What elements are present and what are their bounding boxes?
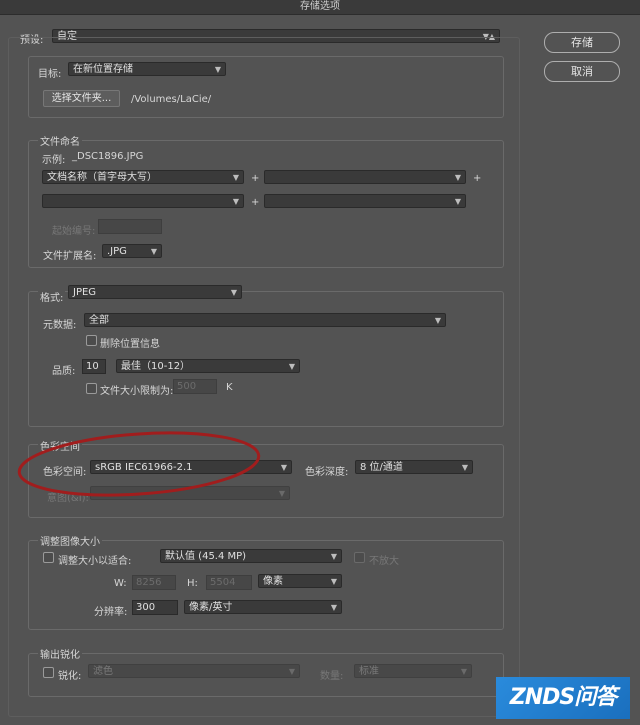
no-enlarge-checkbox[interactable]	[354, 552, 365, 563]
remove-location-label: 删除位置信息	[100, 339, 160, 350]
window-title: 存储选项	[0, 0, 640, 15]
amount-label: 数量:	[320, 671, 344, 682]
plus-sign: +	[251, 197, 260, 208]
quality-select[interactable]: 最佳（10-12） ▼	[116, 359, 300, 373]
height-label: H:	[187, 578, 198, 589]
target-select[interactable]: 在新位置存储 ▼	[68, 62, 226, 76]
no-enlarge-label: 不放大	[369, 556, 399, 567]
fit-value: 默认值 (45.4 MP)	[165, 551, 247, 562]
limit-size-label: 文件大小限制为:	[100, 386, 174, 397]
metadata-select[interactable]: 全部 ▼	[84, 313, 446, 327]
naming-field-3[interactable]: ▼	[42, 194, 244, 208]
metadata-value: 全部	[89, 315, 109, 326]
cancel-button[interactable]: 取消	[544, 61, 620, 82]
target-value: 在新位置存储	[73, 64, 133, 75]
amount-value: 标准	[359, 666, 379, 677]
plus-sign: +	[251, 173, 260, 184]
naming-field-1[interactable]: 文档名称（首字母大写） ▼	[42, 170, 244, 184]
example-label: 示例:	[42, 155, 66, 166]
start-number-input[interactable]	[98, 219, 162, 234]
chevron-down-icon: ▼	[288, 667, 295, 676]
chevron-down-icon: ▼	[330, 603, 337, 612]
extension-label: 文件扩展名:	[43, 251, 97, 262]
sharpen-target-select[interactable]: 滤色 ▼	[88, 664, 300, 678]
chevron-down-icon: ▼	[330, 552, 337, 561]
color-depth-label: 色彩深度:	[305, 467, 349, 478]
quality-preset-value: 最佳（10-12）	[121, 361, 191, 372]
naming-field-4[interactable]: ▼	[264, 194, 466, 208]
plus-sign: +	[473, 173, 482, 184]
chevron-down-icon: ▼	[434, 316, 441, 325]
fit-checkbox[interactable]	[43, 552, 54, 563]
chevron-down-icon: ▼	[454, 197, 461, 206]
target-path: /Volumes/LaCie/	[131, 94, 212, 105]
chevron-down-icon: ▼	[230, 288, 237, 297]
sharpen-checkbox[interactable]	[43, 667, 54, 678]
format-value: JPEG	[73, 287, 97, 298]
watermark-logo: ZNDS问答	[496, 677, 630, 719]
remove-location-checkbox[interactable]	[86, 335, 97, 346]
chevron-down-icon: ▼	[278, 489, 285, 498]
unit-value: 像素	[263, 576, 283, 587]
chevron-down-icon: ▼	[454, 173, 461, 182]
save-button[interactable]: 存储	[544, 32, 620, 53]
chevron-down-icon: ▼	[460, 667, 467, 676]
choose-folder-button[interactable]: 选择文件夹...	[43, 90, 120, 107]
chevron-down-icon: ▼	[330, 577, 337, 586]
target-label: 目标:	[38, 69, 62, 80]
quality-label: 品质:	[52, 366, 76, 377]
naming-field-2[interactable]: ▼	[264, 170, 466, 184]
width-input[interactable]: 8256	[132, 575, 176, 590]
resolution-unit-value: 像素/英寸	[189, 602, 233, 613]
chevron-down-icon: ▼	[461, 463, 468, 472]
amount-select[interactable]: 标准 ▼	[354, 664, 472, 678]
extension-value: .JPG	[107, 246, 127, 257]
annotation-ellipse	[17, 431, 261, 497]
sharpen-title: 输出锐化	[38, 646, 82, 661]
chevron-down-icon: ▼	[232, 173, 239, 182]
height-input[interactable]: 5504	[206, 575, 252, 590]
sharpen-target-value: 滤色	[93, 666, 113, 677]
color-depth-select[interactable]: 8 位/通道 ▼	[355, 460, 473, 474]
chevron-down-icon: ▼	[280, 463, 287, 472]
color-depth-value: 8 位/通道	[360, 462, 403, 473]
resolution-input[interactable]: 300	[132, 600, 178, 615]
format-select[interactable]: JPEG ▼	[68, 285, 242, 299]
chevron-down-icon: ▼	[150, 247, 157, 256]
chevron-down-icon: ▼	[232, 197, 239, 206]
limit-size-input[interactable]: 500	[173, 379, 217, 394]
example-value: _DSC1896.JPG	[72, 151, 144, 162]
sharpen-label: 锐化:	[58, 671, 82, 682]
resize-title: 调整图像大小	[38, 533, 102, 548]
chevron-down-icon: ▼	[288, 362, 295, 371]
chevron-down-icon: ▼	[214, 65, 221, 74]
metadata-label: 元数据:	[43, 320, 77, 331]
quality-input[interactable]: 10	[82, 359, 106, 374]
start-number-label: 起始编号:	[52, 226, 96, 237]
format-label: 格式:	[38, 289, 66, 304]
naming-title: 文件命名	[38, 133, 82, 148]
fit-select[interactable]: 默认值 (45.4 MP) ▼	[160, 549, 342, 563]
limit-size-unit: K	[226, 382, 233, 393]
unit-select[interactable]: 像素 ▼	[258, 574, 342, 588]
extension-select[interactable]: .JPG ▼	[102, 244, 162, 258]
naming-field-1-value: 文档名称（首字母大写）	[47, 172, 157, 183]
width-label: W:	[114, 578, 127, 589]
resolution-label: 分辨率:	[94, 607, 128, 618]
resolution-unit-select[interactable]: 像素/英寸 ▼	[184, 600, 342, 614]
limit-size-checkbox[interactable]	[86, 383, 97, 394]
fit-label: 调整大小以适合:	[58, 556, 132, 567]
